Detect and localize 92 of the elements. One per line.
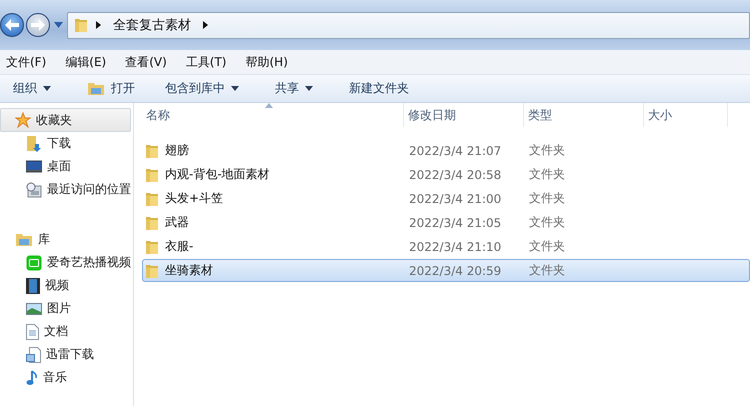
file-row[interactable]: 衣服- 2022/3/4 21:10 文件夹 [142,235,750,258]
file-name: 衣服- [165,238,194,255]
file-name: 内观-背包-地面素材 [165,166,270,183]
item-label: 视频 [45,277,69,294]
file-row[interactable]: 翅膀 2022/3/4 21:07 文件夹 [142,139,750,162]
item-label: 下载 [47,135,71,152]
toolbar-button[interactable]: 共享 [268,80,320,97]
toolbar-button[interactable]: 打开 [80,80,142,97]
sidebar-item[interactable]: 音乐 [0,366,133,389]
sidebar-item[interactable]: 文档 [0,320,133,343]
toolbar-button[interactable]: 新建文件夹 [342,80,416,97]
file-name: 头发+斗笠 [165,190,224,207]
picture-icon [26,302,42,316]
sidebar-item[interactable]: 视频 [0,274,133,297]
sidebar-item[interactable]: 迅雷下载 [0,343,133,366]
type-cell-text: 文件夹 [528,190,566,207]
download-folder-icon [26,134,42,152]
forward-arrow-icon [31,19,45,31]
item-label: 图片 [47,300,71,317]
library-folder-icon [15,232,33,246]
folder-icon [145,262,159,278]
date-cell-text: 2022/3/4 20:59 [408,264,502,278]
video-app-icon [26,254,42,270]
file-name: 翅膀 [165,142,189,159]
document-icon [26,324,39,340]
column-header[interactable]: 类型 [524,103,644,127]
type-cell-text: 文件夹 [528,238,566,255]
chevron-icon [203,21,208,29]
type-cell-text: 文件夹 [528,214,566,231]
file-name: 武器 [165,214,189,231]
file-row[interactable]: 坐骑素材 2022/3/4 20:59 文件夹 [142,259,750,282]
sidebar-item[interactable]: 桌面 [0,155,133,178]
toolbar-button[interactable]: 包含到库中 [158,80,246,97]
column-header[interactable]: 名称 [142,103,404,127]
open-folder-icon [87,81,105,96]
caret-icon [231,86,239,91]
menu-item[interactable]: 编辑(E) [61,54,112,70]
folder-icon [145,238,159,254]
back-arrow-icon [5,19,19,31]
menu-item[interactable]: 工具(T) [182,54,232,70]
date-cell-text: 2022/3/4 21:00 [408,192,502,206]
item-label: 桌面 [47,158,71,175]
recent-places-icon [26,182,42,198]
film-icon [26,278,40,294]
sidebar-item[interactable]: 下载 [0,132,133,155]
menu-item[interactable]: 帮助(H) [242,54,294,70]
folder-icon [145,214,159,230]
column-header[interactable]: 大小 [644,103,728,127]
sidebar-section[interactable]: 收藏夹 [0,108,131,132]
item-label: 爱奇艺热播视频 [47,254,131,271]
item-label: 迅雷下载 [46,346,94,363]
column-header[interactable]: 修改日期 [404,103,524,127]
file-row[interactable]: 头发+斗笠 2022/3/4 21:00 文件夹 [142,187,750,210]
back-button[interactable] [0,13,24,37]
chevron-icon [96,21,101,29]
caret-icon [305,86,313,91]
music-note-icon [26,370,38,386]
star-icon [15,112,31,128]
document-icon [26,346,41,362]
date-cell-text: 2022/3/4 21:05 [408,216,502,230]
sidebar-item[interactable]: 最近访问的位置 [0,178,133,201]
section-label: 收藏夹 [36,112,72,128]
menu-item[interactable]: 查看(V) [121,54,173,70]
folder-icon [74,17,88,33]
item-label: 最近访问的位置 [47,181,131,198]
sidebar-item[interactable]: 图片 [0,297,133,320]
folder-icon [145,190,159,206]
breadcrumb[interactable]: 全套复古素材 [109,16,195,34]
file-row[interactable]: 内观-背包-地面素材 2022/3/4 20:58 文件夹 [142,163,750,186]
menu-item[interactable]: 文件(F) [2,54,52,70]
date-cell-text: 2022/3/4 21:10 [408,240,502,254]
date-cell-text: 2022/3/4 21:07 [408,144,502,158]
type-cell-text: 文件夹 [528,262,566,279]
folder-icon [145,142,159,158]
file-row[interactable]: 武器 2022/3/4 21:05 文件夹 [142,211,750,234]
sort-arrow-icon [265,103,273,108]
toolbar-button[interactable]: 组织 [6,80,58,97]
item-label: 文档 [44,323,68,340]
caret-icon [43,86,51,91]
sidebar-section[interactable]: 库 [0,227,131,251]
type-cell-text: 文件夹 [528,166,566,183]
dropdown-arrow-icon[interactable] [54,22,63,28]
desktop-icon [26,160,42,174]
forward-button[interactable] [26,13,50,37]
file-name: 坐骑素材 [165,262,213,279]
section-label: 库 [38,230,50,248]
item-label: 音乐 [43,369,67,386]
date-cell-text: 2022/3/4 20:58 [408,168,502,182]
sidebar-item[interactable]: 爱奇艺热播视频 [0,251,133,274]
folder-icon [145,166,159,182]
type-cell-text: 文件夹 [528,142,566,159]
address-bar[interactable]: 全套复古素材 [67,12,750,38]
